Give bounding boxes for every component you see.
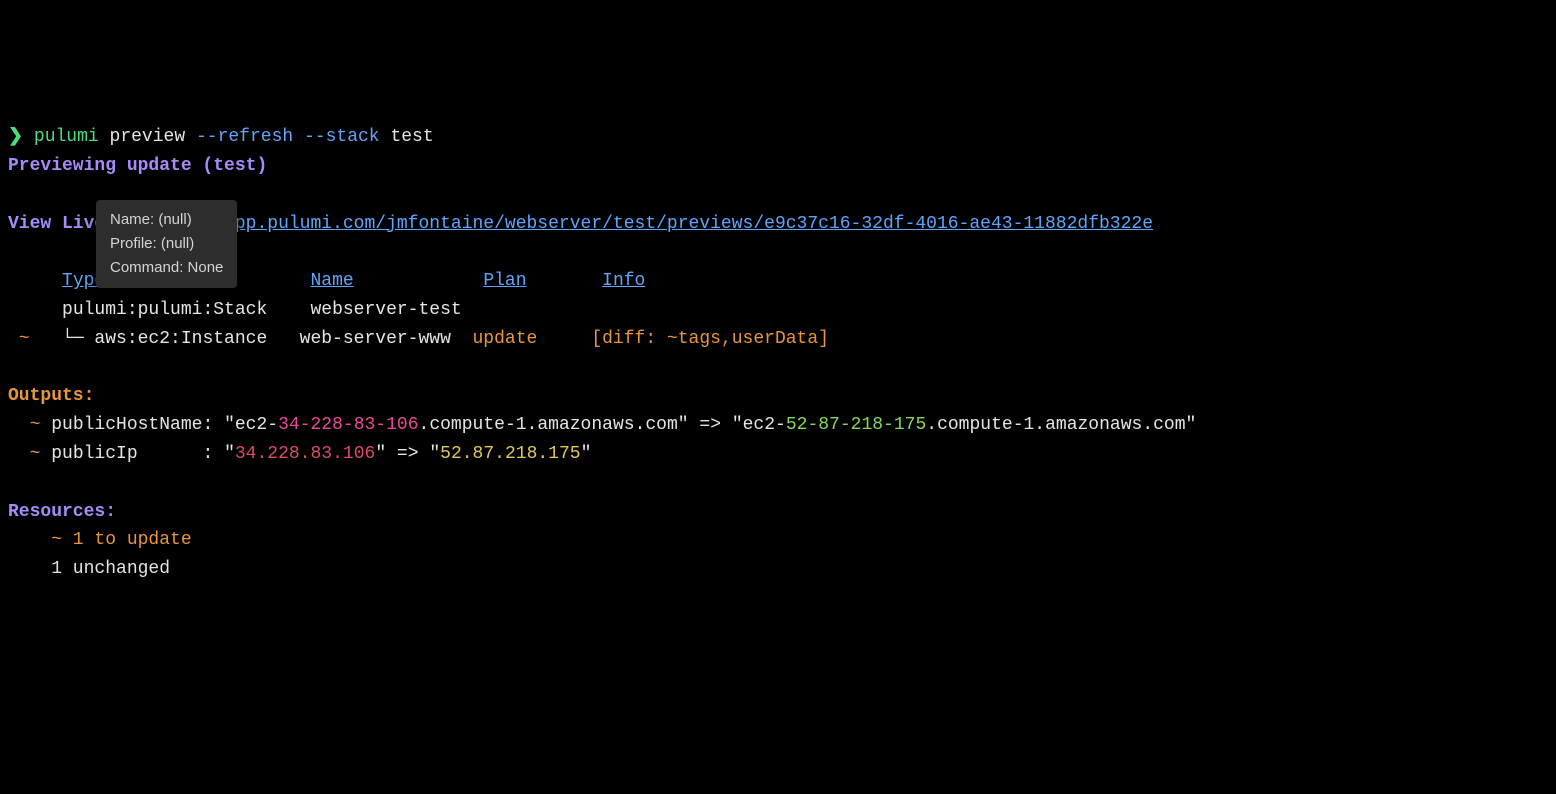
resources-unchanged: 1 unchanged <box>8 559 170 579</box>
new-ip: 52.87.218.175 <box>440 444 580 464</box>
new-ip: 52-87-218-175 <box>786 415 926 435</box>
col-name: Name <box>310 271 353 291</box>
terminal[interactable]: ❯ pulumi preview --refresh --stack test … <box>8 123 1548 584</box>
table-row: ~ └─ aws:ec2:Instance web-server-www upd… <box>8 329 829 349</box>
row-type: pulumi:pulumi:Stack <box>62 300 267 320</box>
stack-arg: test <box>390 127 433 147</box>
subcommand: preview <box>110 127 186 147</box>
quote: " <box>375 444 386 464</box>
command: pulumi <box>34 127 99 147</box>
col-info: Info <box>602 271 645 291</box>
output-line: ~ publicHostName: "ec2-34-228-83-106.com… <box>8 415 1196 435</box>
quote: " <box>581 444 592 464</box>
old-ip: 34.228.83.106 <box>235 444 375 464</box>
outputs-header: Outputs: <box>8 386 94 406</box>
output-marker: ~ <box>8 415 51 435</box>
tooltip: Name: (null) Profile: (null) Command: No… <box>96 200 237 288</box>
resources-header: Resources: <box>8 502 116 522</box>
old-suffix: .compute-1.amazonaws.com <box>419 415 678 435</box>
output-key: publicHostName <box>51 415 202 435</box>
row-name: webserver-test <box>310 300 461 320</box>
resources-update: ~ 1 to update <box>8 530 192 550</box>
old-prefix: ec2- <box>235 415 278 435</box>
row-plan: update <box>473 329 538 349</box>
table-row: pulumi:pulumi:Stack webserver-test <box>8 300 462 320</box>
quote: " <box>429 444 440 464</box>
output-key: publicIp <box>51 444 202 464</box>
output-sep: : <box>202 415 224 435</box>
new-prefix: ec2- <box>743 415 786 435</box>
tooltip-profile: Profile: (null) <box>110 232 223 256</box>
quote: " <box>678 415 689 435</box>
row-type: └─ aws:ec2:Instance <box>62 329 267 349</box>
quote: " <box>1186 415 1197 435</box>
row-name: web-server-www <box>300 329 451 349</box>
preview-header: Previewing update (test) <box>8 156 267 176</box>
prompt-symbol: ❯ <box>8 127 23 147</box>
quote: " <box>224 415 235 435</box>
quote: " <box>732 415 743 435</box>
col-plan: Plan <box>483 271 526 291</box>
tooltip-command: Command: None <box>110 256 223 280</box>
tooltip-name: Name: (null) <box>110 208 223 232</box>
flag-refresh: --refresh <box>196 127 293 147</box>
new-suffix: .compute-1.amazonaws.com <box>926 415 1185 435</box>
row-info: [diff: ~tags,userData] <box>591 329 829 349</box>
output-line: ~ publicIp : "34.228.83.106" => "52.87.2… <box>8 444 591 464</box>
arrow: => <box>689 415 732 435</box>
prompt-line: ❯ pulumi preview --refresh --stack test <box>8 127 434 147</box>
output-sep: : <box>202 444 224 464</box>
quote: " <box>224 444 235 464</box>
arrow: => <box>386 444 429 464</box>
output-marker: ~ <box>8 444 51 464</box>
view-live-url[interactable]: https://app.pulumi.com/jmfontaine/webser… <box>138 214 1153 234</box>
old-ip: 34-228-83-106 <box>278 415 418 435</box>
row-marker: ~ <box>8 329 40 349</box>
flag-stack: --stack <box>304 127 380 147</box>
